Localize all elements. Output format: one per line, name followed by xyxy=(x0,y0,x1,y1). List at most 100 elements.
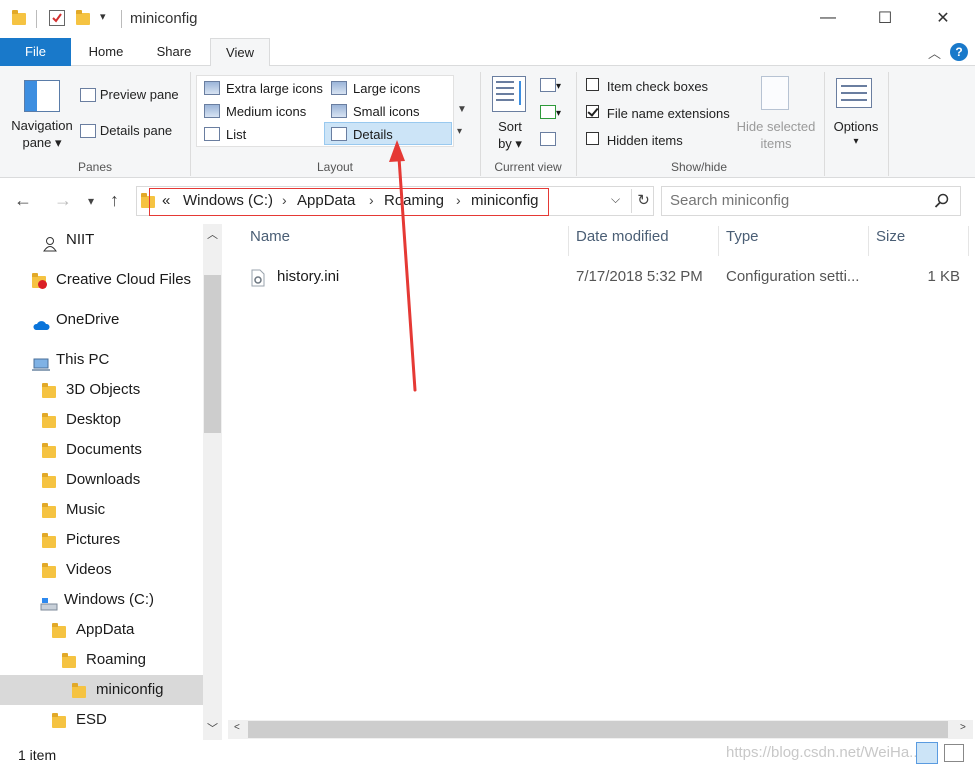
sidebar-item-desktop[interactable]: Desktop xyxy=(0,405,203,435)
tab-view[interactable]: View xyxy=(210,38,270,67)
layout-scroll-down-icon[interactable]: ▼ xyxy=(457,104,467,115)
details-view-icon[interactable] xyxy=(916,742,938,764)
breadcrumb-overflow[interactable]: « xyxy=(162,192,170,209)
recent-locations-button[interactable]: ▾ xyxy=(88,194,94,208)
layout-medium-icons[interactable]: Medium icons xyxy=(198,100,324,123)
navigation-pane-button[interactable]: Navigation pane ▾ xyxy=(8,72,74,156)
column-divider[interactable] xyxy=(568,226,569,256)
file-name[interactable]: history.ini xyxy=(277,268,339,285)
sidebar-item-videos[interactable]: Videos xyxy=(0,555,203,585)
sidebar-item-pictures[interactable]: Pictures xyxy=(0,525,203,555)
folder-icon xyxy=(42,533,56,548)
column-header-name[interactable]: Name xyxy=(250,228,290,245)
refresh-icon[interactable]: ↻ xyxy=(631,189,655,213)
layout-list[interactable]: List xyxy=(198,123,324,146)
properties-icon[interactable] xyxy=(49,10,65,26)
sidebar-item-esd[interactable]: ESD xyxy=(0,705,203,735)
breadcrumb-windows-c[interactable]: Windows (C:) xyxy=(183,192,273,209)
column-divider[interactable] xyxy=(718,226,719,256)
scroll-up-icon[interactable]: ︿ xyxy=(207,226,218,242)
sidebar-item-this-pc[interactable]: This PC xyxy=(0,345,203,375)
column-header-date-modified[interactable]: Date modified xyxy=(576,228,669,245)
layout-large-icons[interactable]: Large icons xyxy=(325,77,451,100)
add-columns-button[interactable]: ▾ xyxy=(540,103,561,120)
sidebar-item-label: Music xyxy=(66,501,106,518)
sidebar-item-niit[interactable]: NIIT xyxy=(0,225,203,255)
file-list xyxy=(228,224,973,720)
address-history-icon[interactable]: ⌵ xyxy=(611,192,620,207)
size-columns-button[interactable] xyxy=(540,130,556,147)
layout-item-label: Medium icons xyxy=(226,104,307,119)
minimize-button[interactable]: — xyxy=(805,0,851,36)
new-folder-icon[interactable] xyxy=(76,10,92,26)
options-dropdown-icon: ▾ xyxy=(853,136,859,147)
sidebar-item-downloads[interactable]: Downloads xyxy=(0,465,203,495)
hide-selected-items-button[interactable]: Hide selected items xyxy=(733,74,819,154)
breadcrumb-appdata[interactable]: AppData xyxy=(297,192,355,209)
sidebar-item-windows-c[interactable]: Windows (C:) xyxy=(0,585,203,615)
breadcrumb-separator[interactable]: › xyxy=(369,192,374,208)
sidebar-item-miniconfig[interactable]: miniconfig xyxy=(0,675,203,705)
cloud-icon xyxy=(32,313,50,330)
tab-home[interactable]: Home xyxy=(78,38,134,66)
folder-icon xyxy=(42,503,56,518)
breadcrumb-roaming[interactable]: Roaming xyxy=(384,192,444,209)
sort-by-button[interactable]: Sort by ▾ xyxy=(488,74,532,154)
back-button[interactable]: ← xyxy=(14,190,32,211)
sidebar-item-onedrive[interactable]: OneDrive xyxy=(0,305,203,335)
tab-share[interactable]: Share xyxy=(146,38,202,66)
options-button[interactable]: Options ▾ xyxy=(828,74,884,154)
scroll-down-icon[interactable]: ﹀ xyxy=(207,720,218,736)
group-by-button[interactable]: ▾ xyxy=(540,76,561,93)
sidebar-item-documents[interactable]: Documents xyxy=(0,435,203,465)
preview-pane-button[interactable]: Preview pane xyxy=(80,86,179,103)
sidebar-item-3d-objects[interactable]: 3D Objects xyxy=(0,375,203,405)
help-icon[interactable]: ? xyxy=(950,43,968,61)
breadcrumb-separator[interactable]: › xyxy=(456,192,461,208)
layout-more-icon[interactable]: ▾ xyxy=(457,126,462,137)
sidebar-item-appdata[interactable]: AppData xyxy=(0,615,203,645)
tab-file[interactable]: File xyxy=(0,38,71,66)
sidebar-item-music[interactable]: Music xyxy=(0,495,203,525)
breadcrumb-miniconfig[interactable]: miniconfig xyxy=(471,192,539,209)
layout-extra-large-icons[interactable]: Extra large icons xyxy=(198,77,324,100)
folder-icon xyxy=(42,563,56,578)
minimize-ribbon-icon[interactable]: ︿ xyxy=(928,43,941,62)
sidebar-item-label: Downloads xyxy=(66,471,141,488)
item-check-boxes-toggle[interactable]: Item check boxes xyxy=(586,78,708,94)
column-divider[interactable] xyxy=(968,226,969,256)
customize-quick-access-icon[interactable]: ▾ xyxy=(100,10,106,23)
scroll-right-icon[interactable]: > xyxy=(960,722,966,733)
maximize-button[interactable]: ☐ xyxy=(862,0,908,36)
scroll-left-icon[interactable]: < xyxy=(234,722,240,733)
breadcrumb-separator[interactable]: › xyxy=(282,192,287,208)
column-header-size[interactable]: Size xyxy=(876,228,905,245)
column-header-type[interactable]: Type xyxy=(726,228,759,245)
search-input[interactable] xyxy=(670,192,930,209)
sidebar-item-label: 3D Objects xyxy=(66,381,141,398)
forward-button[interactable]: → xyxy=(54,190,72,211)
hidden-items-toggle[interactable]: Hidden items xyxy=(586,132,683,148)
sidebar-item-roaming[interactable]: Roaming xyxy=(0,645,203,675)
navigation-pane-scroll-thumb[interactable] xyxy=(204,275,221,433)
status-bar: 1 item https://blog.csdn.net/WeiHa... xyxy=(0,740,975,770)
folder-icon xyxy=(52,623,66,638)
file-date-modified: 7/17/2018 5:32 PM xyxy=(576,268,703,285)
options-icon xyxy=(836,78,872,108)
close-button[interactable]: ✕ xyxy=(920,0,966,36)
layout-small-icons[interactable]: Small icons xyxy=(325,100,451,123)
layout-details[interactable]: Details xyxy=(324,122,452,145)
file-name-extensions-toggle[interactable]: File name extensions xyxy=(586,105,730,121)
item-check-boxes-checkbox[interactable] xyxy=(586,78,599,91)
file-name-extensions-checkbox[interactable] xyxy=(586,105,599,118)
hidden-items-checkbox[interactable] xyxy=(586,132,599,145)
sidebar-item-label: Documents xyxy=(66,441,142,458)
search-icon[interactable] xyxy=(934,193,950,209)
large-icons-view-icon[interactable] xyxy=(944,744,964,762)
column-divider[interactable] xyxy=(868,226,869,256)
sidebar-item-label: OneDrive xyxy=(56,311,120,328)
up-button[interactable]: ↑ xyxy=(110,190,119,211)
file-list-scroll-thumb[interactable] xyxy=(248,721,948,738)
details-pane-button[interactable]: Details pane xyxy=(80,122,172,139)
sidebar-item-creative-cloud-files[interactable]: Creative Cloud Files xyxy=(0,265,203,295)
